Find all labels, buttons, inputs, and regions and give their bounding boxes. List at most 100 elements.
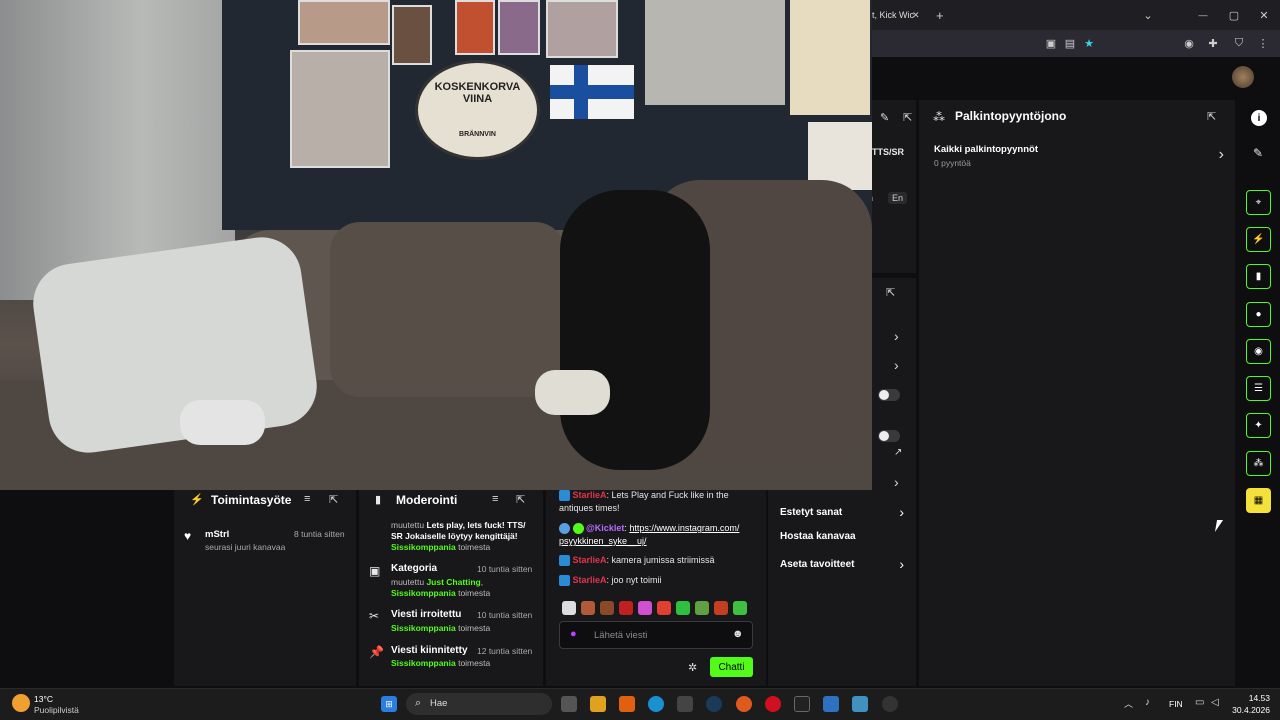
maximize-button[interactable]: ▢ [1226,7,1242,23]
close-window-button[interactable]: ✕ [1256,7,1272,23]
expand-icon[interactable]: ⇱ [886,286,895,299]
star-icon[interactable]: ★ [1082,36,1096,50]
widget-button-rewards[interactable]: ⁂ [1246,451,1271,476]
emote-icon[interactable] [714,601,728,615]
toggle-switch[interactable] [878,430,900,442]
chat-username[interactable]: StarlieA [573,555,607,565]
edit-icon[interactable]: ✎ [880,111,889,124]
filter-icon[interactable]: ≡ [304,493,310,505]
emote-icon[interactable] [600,601,614,615]
clock-time[interactable]: 14.53 [1232,693,1270,703]
shield-icon[interactable]: ⛉ [1232,36,1246,50]
emote-ghost-icon[interactable] [562,601,576,615]
settings-item-goals[interactable]: Aseta tavoitteet › [780,556,904,572]
chevron-right-icon[interactable]: › [894,474,899,490]
activity-action: seurasi juuri kanavaa [205,542,286,552]
emote-icon[interactable] [733,601,747,615]
app-icon[interactable] [852,696,868,712]
pip-icon[interactable]: ▣ [1044,36,1058,50]
info-icon[interactable]: i [1251,110,1267,126]
activity-user[interactable]: mStrl [205,529,229,540]
search-input[interactable]: ⌕ Hae [406,693,552,715]
extension-icon[interactable]: ▤ [1063,36,1077,50]
app-icon[interactable] [823,696,839,712]
heart-icon: ♥ [184,529,192,543]
emote-icon[interactable] [657,601,671,615]
moderator-name[interactable]: Sissikomppania [391,542,456,552]
chat-username[interactable]: StarlieA [573,575,607,585]
opera-icon[interactable] [765,696,781,712]
moderator-name[interactable]: Sissikomppania [391,658,456,668]
pencil-icon[interactable]: ✎ [1253,146,1263,160]
emote-icon[interactable] [676,601,690,615]
moderation-time: 12 tuntia sitten [477,646,533,656]
widget-button-clips[interactable]: ▦ [1246,488,1271,513]
expand-icon[interactable]: ⇱ [329,493,338,506]
poster-image [498,0,540,55]
menu-icon[interactable]: ⋮ [1256,36,1270,50]
chevron-right-icon[interactable]: › [894,328,899,344]
expand-icon[interactable]: ⇱ [903,111,912,124]
steam-icon[interactable] [706,696,722,712]
filter-icon[interactable]: ≡ [492,493,498,505]
lightning-icon: ⚡ [190,494,204,506]
task-view-icon[interactable] [561,696,577,712]
weather-temp[interactable]: 13°C [34,694,53,704]
microphone-icon[interactable]: ♪ [1145,697,1150,708]
chat-username[interactable]: @Kicklet [586,523,624,533]
reward-request-item[interactable]: Kaikki palkintopyynnöt 0 pyyntöä › [934,144,1224,174]
tab-close-icon[interactable]: ✕ [912,4,924,26]
widget-button-focus[interactable]: ⌖ [1246,190,1271,215]
bot-icon [559,523,570,535]
microphone-icon[interactable]: ● [570,628,577,640]
terminal-icon[interactable] [794,696,810,712]
settings-item-blocked-words[interactable]: Estetyt sanat › [780,504,904,520]
chevron-right-icon[interactable]: › [894,357,899,373]
moderator-name[interactable]: Sissikomppania [391,588,456,598]
clock-date[interactable]: 30.4.2026 [1226,705,1270,715]
widget-button-broadcast[interactable]: ◉ [1246,339,1271,364]
chat-username[interactable]: StarlieA [573,490,607,500]
emote-icon[interactable] [695,601,709,615]
chat-input[interactable]: ● Lähetä viesti ☻ [559,621,753,649]
windows-start-icon[interactable]: ⊞ [381,696,397,712]
moderation-time: 10 tuntia sitten [477,610,533,620]
obs-icon[interactable] [882,696,898,712]
toggle-switch[interactable] [878,389,900,401]
expand-icon[interactable]: ⇱ [516,493,525,506]
chevron-up-icon[interactable]: ︿ [1124,697,1133,710]
external-link-icon[interactable]: ↗ [894,447,902,458]
tab-list-icon[interactable]: ⌄ [1140,7,1156,23]
layout-icon: ☰ [1254,383,1263,394]
gear-icon[interactable]: ✲ [688,661,697,674]
chip-en[interactable]: En [888,192,908,204]
language-indicator[interactable]: FIN [1169,699,1183,709]
emote-icon[interactable] [638,601,652,615]
account-icon[interactable]: ◉ [1182,36,1196,50]
expand-icon[interactable]: ⇱ [1207,110,1216,123]
volume-icon[interactable]: ◁ [1211,697,1219,708]
vlc-icon[interactable] [619,696,635,712]
emoji-icon[interactable]: ☻ [732,628,744,640]
category-icon: ▣ [369,564,381,578]
widget-button-chat[interactable]: ● [1246,302,1271,327]
store-icon[interactable] [677,696,693,712]
firefox-icon[interactable] [736,696,752,712]
network-icon[interactable]: ▭ [1195,697,1204,708]
new-tab-button[interactable]: + [936,4,950,26]
moderator-name[interactable]: Sissikomppania [391,623,456,633]
widget-button-tools[interactable]: ✦ [1246,413,1271,438]
puzzle-icon[interactable]: ✚ [1206,36,1220,50]
settings-item-label: Aseta tavoitteet [780,558,855,570]
emote-icon[interactable] [619,601,633,615]
settings-item-host[interactable]: Hostaa kanavaa [780,531,904,542]
minimize-button[interactable]: — [1195,7,1211,23]
edge-icon[interactable] [648,696,664,712]
chat-send-button[interactable]: Chatti [710,657,753,677]
widget-button-notes[interactable]: ▮ [1246,264,1271,289]
file-explorer-icon[interactable] [590,696,606,712]
widget-button-layout[interactable]: ☰ [1246,376,1271,401]
emote-icon[interactable] [581,601,595,615]
avatar[interactable] [1232,66,1254,88]
widget-button-activity[interactable]: ⚡ [1246,227,1271,252]
